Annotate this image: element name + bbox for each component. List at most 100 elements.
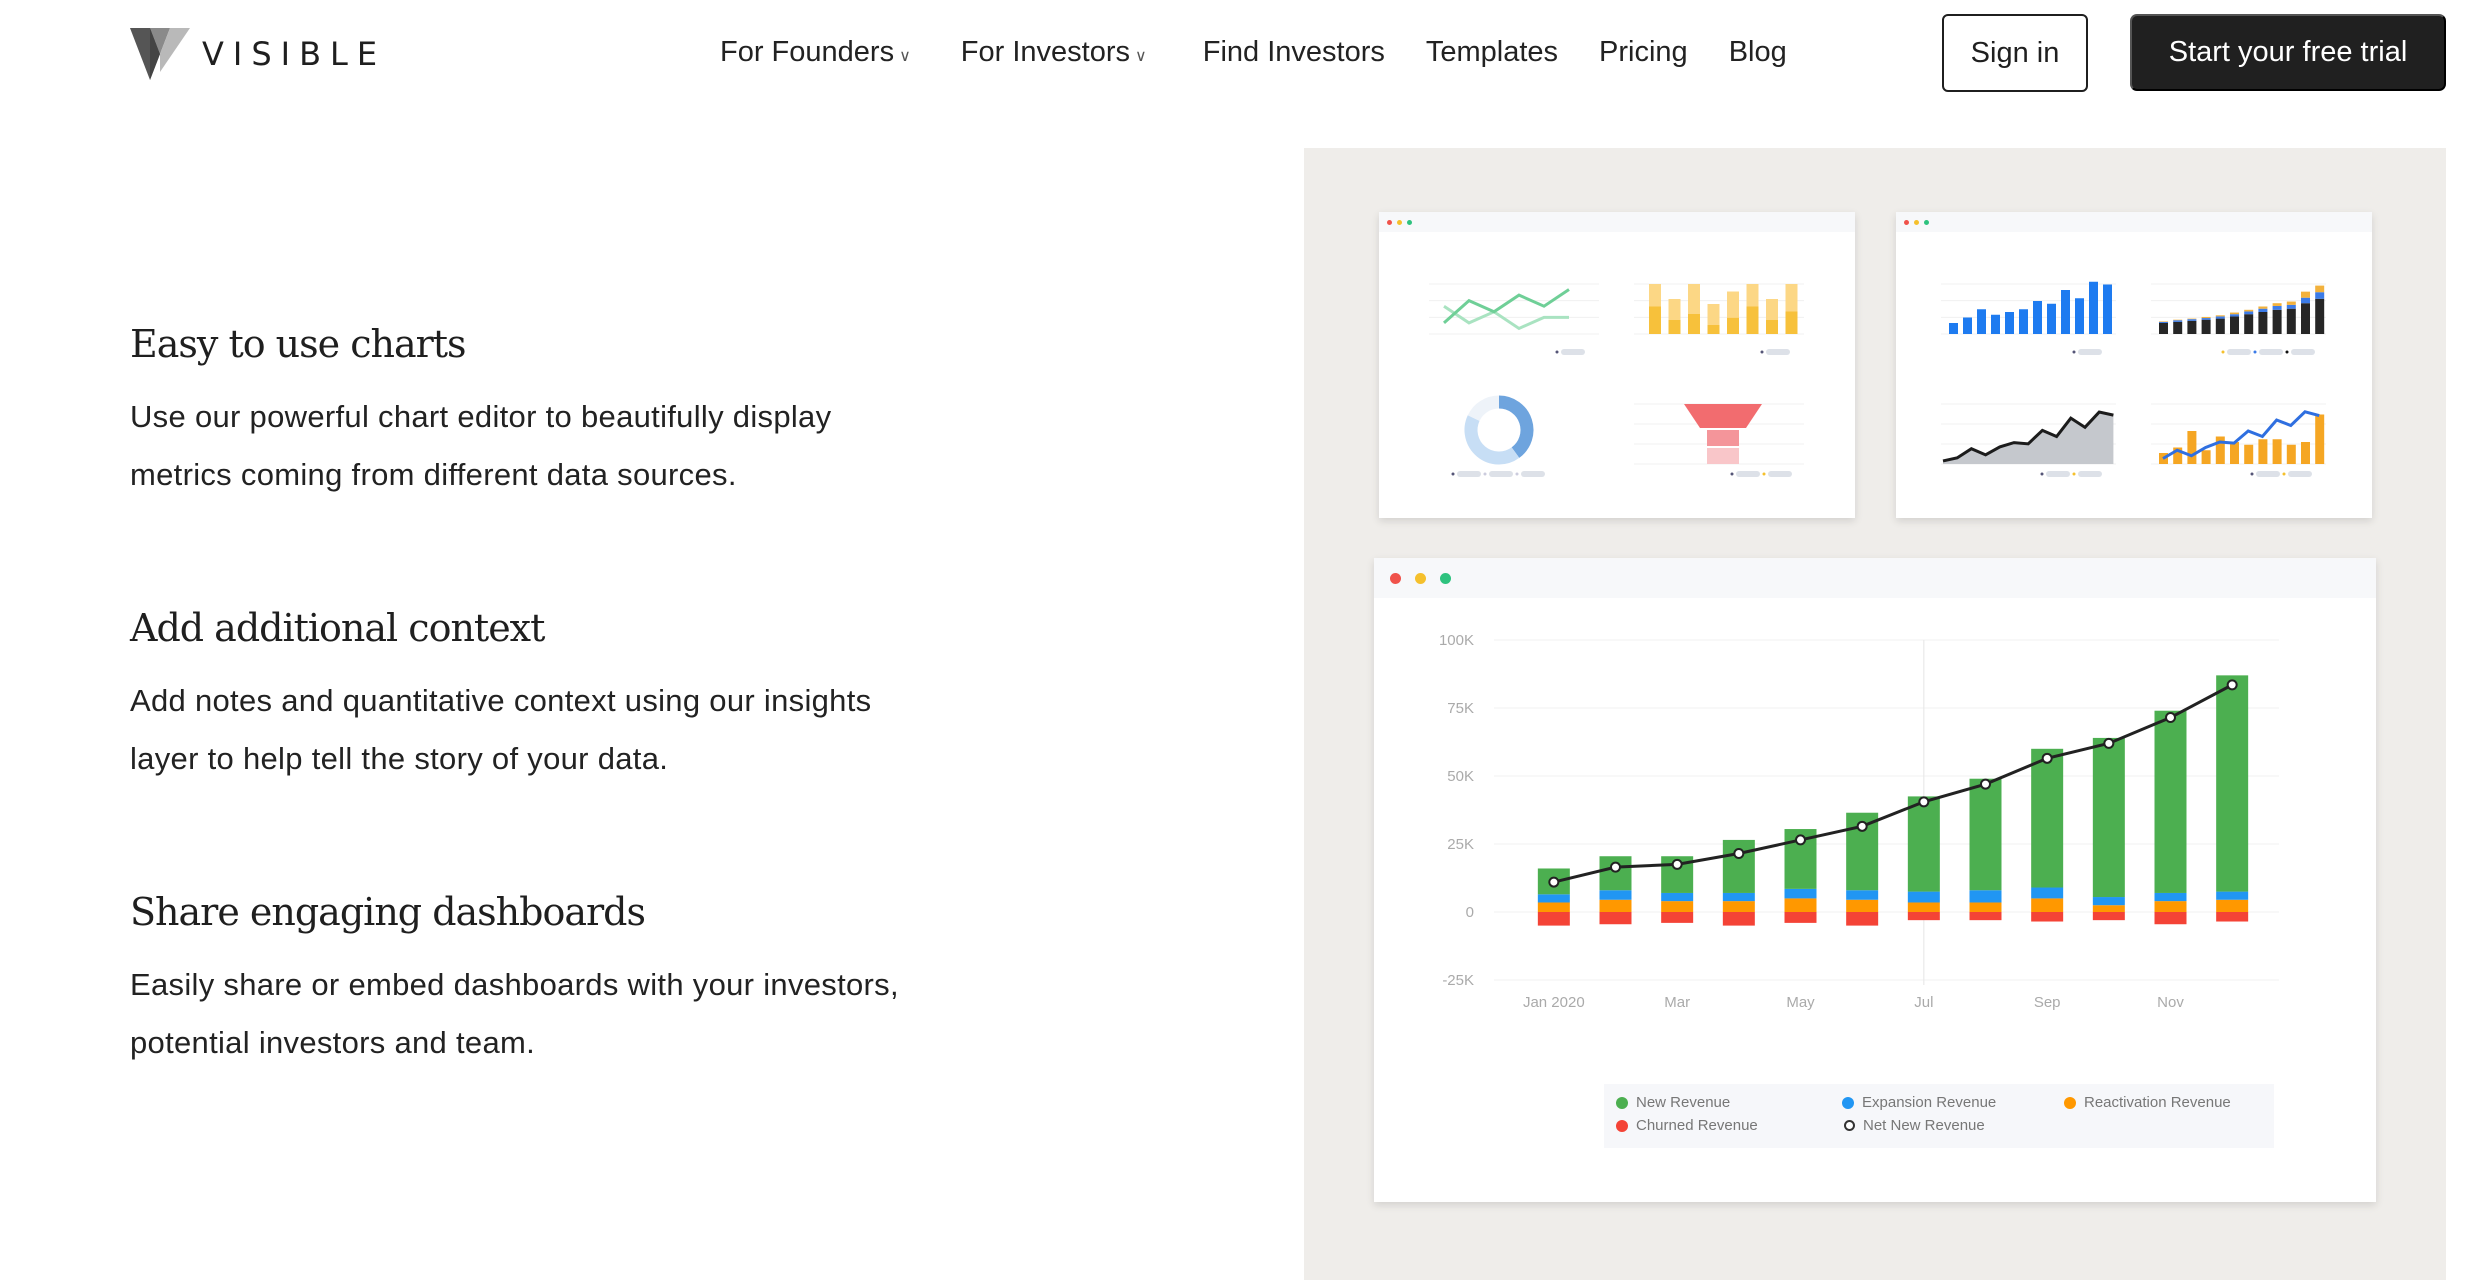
nav-label: For Founders (720, 35, 895, 68)
nav-label: Pricing (1599, 35, 1688, 68)
revenue-chart: 100K 75K 50K 25K 0 -25K Jan 2020 Mar May Jul Sep No… (1439, 632, 2279, 1011)
bar-churned (2216, 912, 2249, 922)
mini-area-fill (1943, 412, 2114, 464)
feature-body-line: metrics coming from different data sourc… (130, 457, 737, 492)
nav-label: Blog (1728, 35, 1787, 68)
bar-new (1599, 856, 1632, 891)
mini-legend-dot (1483, 472, 1487, 476)
bar-churned (1661, 912, 1694, 923)
visible-logo-icon (130, 28, 190, 80)
nav-for-investors[interactable]: For Investors ∨ (961, 36, 1147, 69)
nav-pricing[interactable]: Pricing (1599, 36, 1688, 69)
mini-bar-segment (2244, 314, 2254, 334)
nav-templates[interactable]: Templates (1426, 36, 1558, 69)
dashboard-window-small-2 (1896, 212, 2372, 518)
dot-marker-icon (2064, 1096, 2076, 1109)
mini-bar (2061, 290, 2070, 334)
net-new-revenue-point (1733, 848, 1745, 860)
legend-label: Reactivation Revenue (2084, 1094, 2231, 1111)
mini-bar (2089, 281, 2098, 334)
logo-text: VISIBLE (202, 35, 387, 73)
mini-legend-pill (1489, 471, 1513, 477)
mini-bar-segment (2272, 309, 2282, 334)
net-new-revenue-point (1856, 820, 1868, 832)
minimize-dot-icon (1914, 219, 1919, 225)
mini-bar-segment (2286, 304, 2296, 309)
mini-bar-segment (2173, 321, 2183, 334)
dashboard-window-main: 100K 75K 50K 25K 0 -25K Jan 2020 Mar May Jul Sep No… (1374, 558, 2376, 1202)
nav-blog[interactable]: Blog (1729, 36, 1787, 69)
y-tick-label: 25K (1447, 836, 1474, 853)
nav-for-founders[interactable]: For Founders ∨ (720, 36, 911, 69)
mini-bar-segment (2187, 319, 2197, 321)
mini-bar (2272, 439, 2282, 464)
window-titlebar (1379, 212, 1855, 232)
mini-legend-dot (2282, 472, 2286, 476)
bar-churned (1537, 912, 1570, 926)
mini-bar (1991, 314, 2000, 334)
bar-expansion (2154, 892, 2187, 902)
bar-expansion (1846, 890, 1879, 900)
mini-bar (2047, 303, 2056, 334)
mini-bar-segment (2159, 321, 2168, 323)
mini-bar (1649, 306, 1661, 334)
legend-label: Net New Revenue (1863, 1117, 1985, 1134)
mini-bar-segment (2173, 320, 2183, 322)
mini-bar-chart (1634, 283, 1804, 355)
bar-churned (2154, 912, 2187, 925)
bar-reactivation (1784, 898, 1817, 912)
mini-bar (2315, 414, 2325, 464)
mini-legend-dot (1451, 472, 1455, 476)
mini-legend-dot (2221, 350, 2225, 354)
bar-expansion (1969, 890, 2002, 903)
mini-bar-segment (2230, 312, 2239, 315)
minimize-dot-icon (1415, 572, 1426, 584)
x-tick-label: Nov (2157, 994, 2184, 1011)
dot-marker-icon (1842, 1096, 1854, 1109)
mini-legend-pill (1457, 471, 1481, 477)
sign-in-button[interactable]: Sign in (1942, 14, 2088, 92)
bar-expansion (2216, 891, 2249, 900)
net-new-revenue-point (2165, 712, 2176, 724)
maximize-dot-icon (1924, 219, 1929, 225)
legend-label: Expansion Revenue (1862, 1094, 1997, 1111)
dot-marker-icon (1616, 1119, 1628, 1132)
bar-expansion (2031, 887, 2064, 899)
bar-churned (1784, 912, 1817, 923)
feature-share: Share engaging dashboards Easily share o… (130, 890, 1030, 1072)
legend-item-reactivation[interactable]: Reactivation Revenue (2064, 1094, 2231, 1111)
mini-legend-pill (2046, 471, 2070, 477)
mini-bar (1977, 309, 1986, 334)
mini-bar-segment (2159, 323, 2168, 334)
mini-bar (2230, 442, 2239, 464)
bar-churned (1722, 912, 1755, 926)
net-new-revenue-point (1671, 858, 1683, 870)
legend-item-expansion[interactable]: Expansion Revenue (1842, 1094, 1996, 1111)
nav-find-investors[interactable]: Find Investors (1203, 36, 1385, 69)
feature-title: Add additional context (130, 606, 545, 650)
logo[interactable]: VISIBLE (130, 28, 386, 80)
mini-bar (2187, 431, 2197, 464)
mini-bar (1963, 317, 1972, 334)
mini-legend-pill (2078, 471, 2102, 477)
mini-legend-pill (2078, 349, 2102, 355)
mini-legend-dot (2285, 350, 2289, 354)
legend-item-new[interactable]: New Revenue (1616, 1094, 1730, 1111)
legend-item-churned[interactable]: Churned Revenue (1616, 1117, 1758, 1134)
mini-donut-segment (1467, 395, 1500, 422)
feature-body: Use our powerful chart editor to beautif… (130, 388, 1030, 504)
mini-legend-dot (1515, 472, 1519, 476)
start-free-trial-button[interactable]: Start your free trial (2130, 14, 2446, 91)
bar-new (2031, 748, 2064, 888)
mini-bar-segment (2201, 319, 2211, 334)
mini-legend-pill (2288, 471, 2312, 477)
mini-bar-segment (2315, 285, 2325, 293)
mini-bar-segment (2272, 305, 2282, 310)
nav-label: Templates (1425, 35, 1559, 68)
nav-label: Find Investors (1202, 35, 1385, 68)
mini-legend-pill (2256, 471, 2280, 477)
feature-charts: Easy to use charts Use our powerful char… (130, 322, 1030, 504)
net-new-revenue-point (1548, 876, 1560, 888)
mini-bar (2103, 284, 2112, 334)
legend-item-net[interactable]: Net New Revenue (1842, 1117, 1985, 1134)
